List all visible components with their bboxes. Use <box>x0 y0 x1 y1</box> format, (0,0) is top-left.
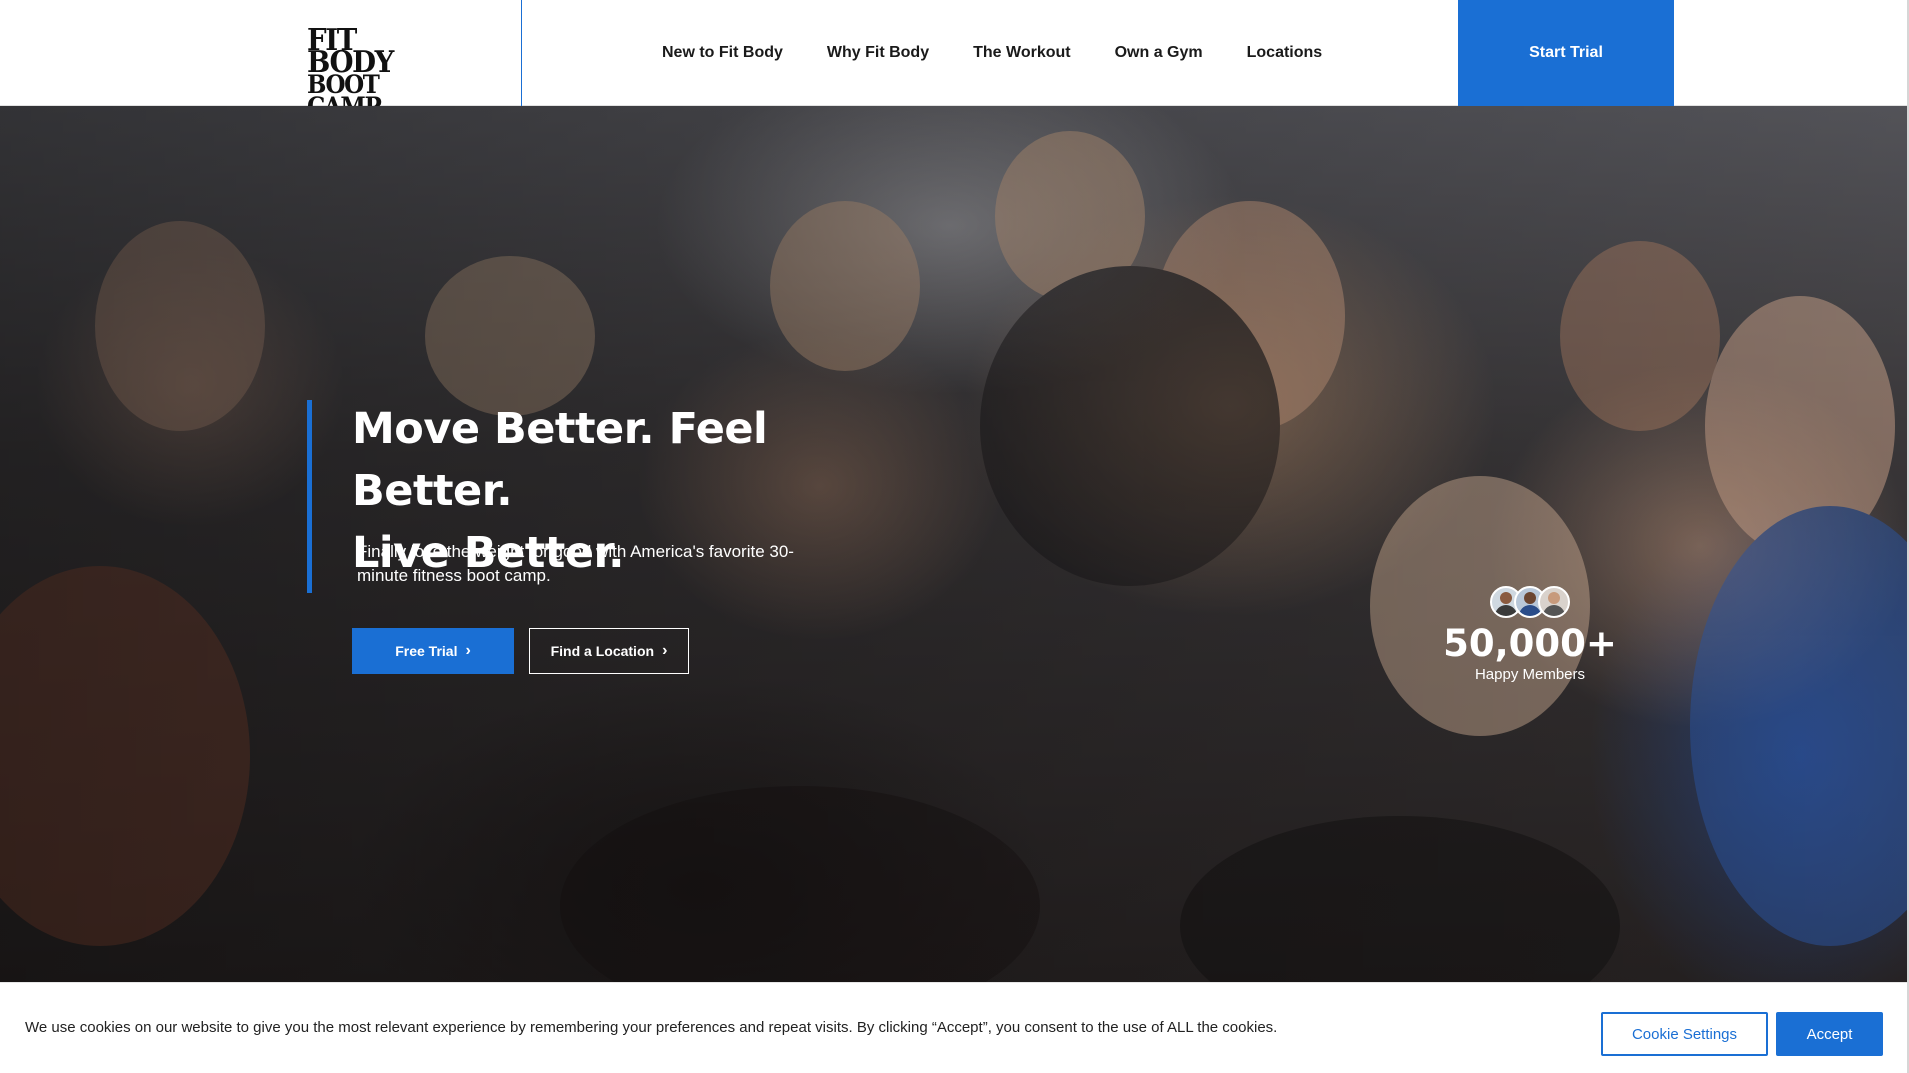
site-header: FIT BODY BOOT CAMP New to Fit Body Why F… <box>0 0 1909 120</box>
nav-item-new-to-fit-body[interactable]: New to Fit Body <box>640 44 805 62</box>
main-nav: New to Fit Body Why Fit Body The Workout… <box>640 0 1344 106</box>
happy-members-stat: 50,000+ Happy Members <box>1430 586 1630 684</box>
free-trial-label: Free Trial <box>395 643 458 659</box>
member-avatars <box>1430 586 1630 618</box>
cookie-banner-text: We use cookies on our website to give yo… <box>25 1019 1278 1036</box>
hero-section: Move Better. Feel Better. Live Better. F… <box>0 106 1907 982</box>
nav-item-the-workout[interactable]: The Workout <box>951 44 1092 62</box>
hero-overlay <box>0 106 1907 982</box>
logo-line-1: FIT BODY <box>307 23 394 80</box>
find-location-label: Find a Location <box>550 643 655 659</box>
chevron-right-icon: › <box>662 642 668 659</box>
members-label: Happy Members <box>1474 666 1586 683</box>
nav-item-locations[interactable]: Locations <box>1225 44 1345 62</box>
headline-line-1: Move Better. Feel Better. <box>352 404 768 516</box>
start-trial-button[interactable]: Start Trial <box>1458 0 1674 106</box>
cookie-settings-button[interactable]: Cookie Settings <box>1601 1012 1768 1056</box>
chevron-right-icon: › <box>465 642 471 659</box>
headline-accent-bar <box>307 400 312 593</box>
members-count: 50,000+ <box>1443 622 1617 665</box>
accept-cookies-button[interactable]: Accept <box>1776 1012 1883 1056</box>
nav-item-why-fit-body[interactable]: Why Fit Body <box>805 44 951 62</box>
avatar <box>1538 586 1570 618</box>
fit-body-boot-camp-logo[interactable]: FIT BODY BOOT CAMP <box>307 23 449 120</box>
hero-subtext: Finally lose the weight for good with Am… <box>357 542 794 585</box>
free-trial-button[interactable]: Free Trial › <box>352 628 514 674</box>
nav-item-own-a-gym[interactable]: Own a Gym <box>1093 44 1225 62</box>
cookie-banner: We use cookies on our website to give yo… <box>0 982 1907 1073</box>
header-divider <box>521 0 522 106</box>
find-location-button[interactable]: Find a Location › <box>529 628 689 674</box>
